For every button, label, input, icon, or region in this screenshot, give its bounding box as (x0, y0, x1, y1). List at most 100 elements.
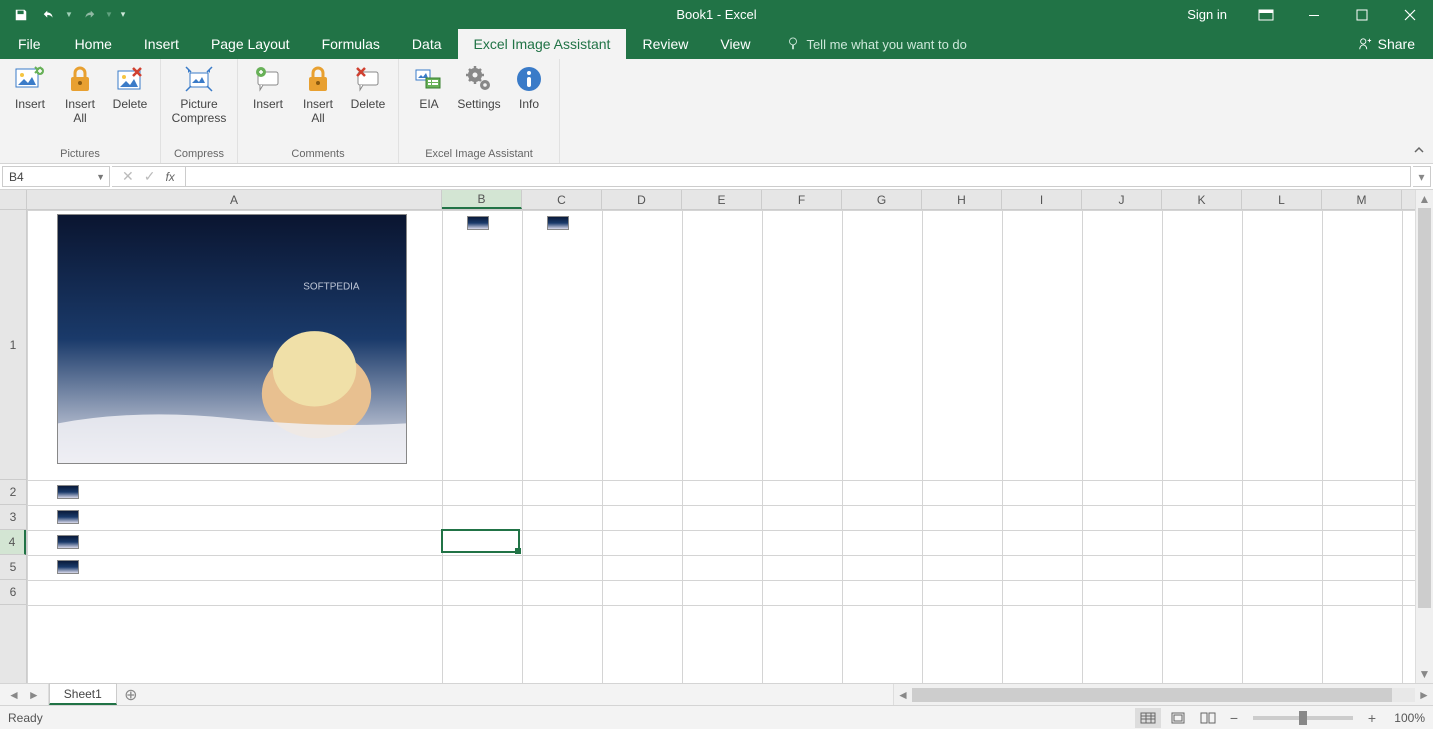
sheet-tab[interactable]: Sheet1 (49, 683, 117, 705)
tab-page-layout[interactable]: Page Layout (195, 29, 306, 59)
row-headers: 123456 (0, 210, 27, 683)
name-box[interactable]: B4 ▼ (2, 166, 110, 187)
column-header[interactable]: M (1322, 190, 1402, 209)
expand-formula-bar-button[interactable]: ▾ (1413, 166, 1431, 187)
comments-insert-button[interactable]: Insert (244, 61, 292, 111)
pictures-insert-button[interactable]: Insert (6, 61, 54, 111)
embedded-picture-thumb[interactable] (57, 535, 79, 549)
zoom-in-button[interactable]: + (1363, 710, 1381, 726)
scroll-thumb[interactable] (1418, 208, 1431, 608)
sheet-prev-button[interactable]: ◄ (8, 688, 20, 702)
eia-button[interactable]: EIA (405, 61, 453, 111)
sheet-next-button[interactable]: ► (28, 688, 40, 702)
row-header[interactable]: 3 (0, 505, 26, 530)
scroll-up-button[interactable]: ▲ (1416, 190, 1433, 208)
formula-bar: B4 ▼ ✕ ✓ fx ▾ (0, 164, 1433, 190)
zoom-level[interactable]: 100% (1385, 711, 1425, 725)
scroll-left-button[interactable]: ◄ (894, 684, 912, 705)
settings-button[interactable]: Settings (455, 61, 503, 111)
column-header[interactable]: J (1082, 190, 1162, 209)
close-button[interactable] (1387, 0, 1433, 29)
column-header[interactable]: B (442, 190, 522, 209)
tab-insert[interactable]: Insert (128, 29, 195, 59)
scroll-down-button[interactable]: ▼ (1416, 665, 1433, 683)
column-header[interactable]: C (522, 190, 602, 209)
minimize-button[interactable] (1291, 0, 1337, 29)
ribbon-display-options[interactable] (1243, 0, 1289, 29)
picture-insert-icon (14, 63, 46, 95)
column-header[interactable]: E (682, 190, 762, 209)
tell-me-search[interactable]: Tell me what you want to do (766, 29, 966, 59)
row-header[interactable]: 6 (0, 580, 26, 605)
column-header[interactable]: I (1002, 190, 1082, 209)
vertical-scrollbar[interactable]: ▲ ▼ (1415, 190, 1433, 683)
maximize-button[interactable] (1339, 0, 1385, 29)
save-button[interactable] (8, 3, 34, 27)
embedded-picture-thumb[interactable] (57, 485, 79, 499)
insert-function-button[interactable]: fx (165, 170, 174, 184)
row-header[interactable]: 1 (0, 210, 26, 480)
redo-dropdown[interactable]: ▼ (104, 3, 114, 27)
column-header[interactable]: H (922, 190, 1002, 209)
pictures-delete-button[interactable]: Delete (106, 61, 154, 111)
scroll-thumb[interactable] (912, 688, 1392, 702)
column-header[interactable]: F (762, 190, 842, 209)
redo-button[interactable] (76, 3, 102, 27)
select-all-corner[interactable] (0, 190, 27, 210)
tab-home[interactable]: Home (59, 29, 128, 59)
collapse-ribbon-button[interactable] (1413, 144, 1425, 159)
zoom-slider[interactable] (1253, 716, 1353, 720)
normal-view-button[interactable] (1135, 708, 1161, 728)
comments-delete-button[interactable]: Delete (344, 61, 392, 111)
column-header[interactable]: D (602, 190, 682, 209)
tab-file[interactable]: File (0, 29, 59, 59)
comment-delete-icon (352, 63, 384, 95)
column-header[interactable]: G (842, 190, 922, 209)
tab-review[interactable]: Review (626, 29, 704, 59)
column-header[interactable]: A (27, 190, 442, 209)
undo-dropdown[interactable]: ▼ (64, 3, 74, 27)
cancel-formula-button[interactable]: ✕ (122, 168, 134, 185)
title-bar: ▼ ▼ ▾ Book1 - Excel Sign in (0, 0, 1433, 29)
pictures-insert-all-button[interactable]: Insert All (56, 61, 104, 126)
cells-area[interactable]: SOFTPEDIA (27, 210, 1415, 683)
ribbon-group-label: Comments (291, 146, 344, 163)
row-header[interactable]: 5 (0, 555, 26, 580)
zoom-out-button[interactable]: − (1225, 710, 1243, 726)
ribbon-group-label: Excel Image Assistant (425, 146, 533, 163)
comments-insert-all-button[interactable]: Insert All (294, 61, 342, 126)
share-button[interactable]: Share (1350, 36, 1423, 52)
tab-formulas[interactable]: Formulas (306, 29, 396, 59)
signin-button[interactable]: Sign in (1173, 0, 1241, 29)
ribbon-group-eia: EIA Settings Info Excel Image Assistant (399, 59, 560, 163)
page-layout-view-button[interactable] (1165, 708, 1191, 728)
tab-view[interactable]: View (704, 29, 766, 59)
embedded-picture-thumb[interactable] (467, 216, 489, 230)
page-break-view-button[interactable] (1195, 708, 1221, 728)
scroll-right-button[interactable]: ► (1415, 684, 1433, 705)
formula-input[interactable] (186, 166, 1411, 187)
embedded-picture[interactable]: SOFTPEDIA (57, 214, 407, 464)
formula-bar-buttons: ✕ ✓ fx (112, 166, 186, 187)
qat-customize[interactable]: ▾ (116, 3, 130, 27)
embedded-picture-thumb[interactable] (57, 510, 79, 524)
column-header[interactable]: L (1242, 190, 1322, 209)
horizontal-scrollbar[interactable]: ◄ ► (893, 684, 1433, 705)
embedded-picture-thumb[interactable] (57, 560, 79, 574)
undo-button[interactable] (36, 3, 62, 27)
embedded-picture-thumb[interactable] (547, 216, 569, 230)
row-header[interactable]: 2 (0, 480, 26, 505)
info-button[interactable]: Info (505, 61, 553, 111)
row-header[interactable]: 4 (0, 530, 26, 555)
lock-icon (64, 63, 96, 95)
add-sheet-button[interactable]: ⊕ (117, 684, 145, 705)
picture-compress-button[interactable]: Picture Compress (167, 61, 231, 126)
column-header[interactable]: K (1162, 190, 1242, 209)
chevron-down-icon: ▼ (96, 172, 105, 182)
tab-data[interactable]: Data (396, 29, 458, 59)
info-icon (513, 63, 545, 95)
ribbon-group-comments: Insert Insert All Delete Comments (238, 59, 399, 163)
tab-excel-image-assistant[interactable]: Excel Image Assistant (458, 29, 627, 59)
enter-formula-button[interactable]: ✓ (144, 168, 156, 185)
ribbon-group-compress: Picture Compress Compress (161, 59, 238, 163)
